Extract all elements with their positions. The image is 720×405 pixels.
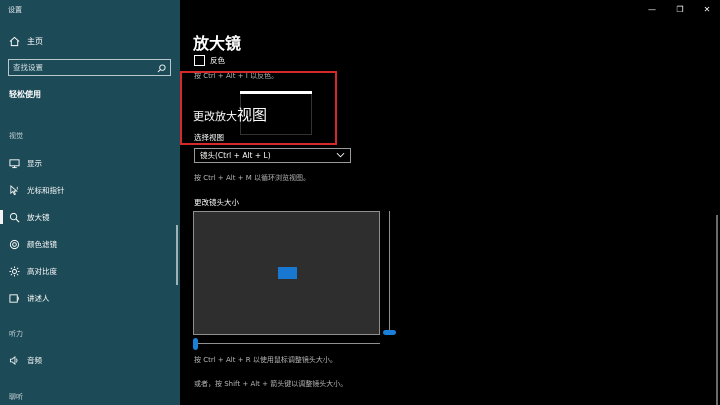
main-scrollbar[interactable]	[716, 215, 718, 405]
sidebar-item-color-filter[interactable]: 颜色滤镜	[8, 237, 57, 251]
lens-height-slider-track[interactable]	[389, 211, 390, 334]
maximize-button[interactable]: ❐	[674, 4, 686, 14]
cursor-icon	[8, 184, 20, 196]
sidebar-item-high-contrast[interactable]: 高对比度	[8, 264, 57, 278]
minimize-button[interactable]: —	[646, 4, 658, 14]
color-filter-icon	[8, 238, 20, 250]
group-label-hearing: 听力	[9, 330, 23, 338]
search-icon[interactable]	[157, 58, 166, 77]
lens-preview-rect	[278, 267, 297, 279]
sidebar-item-narrator[interactable]: 讲述人	[8, 291, 50, 305]
invert-colors-checkbox[interactable]	[194, 55, 205, 66]
lens-height-slider-thumb[interactable]	[383, 330, 396, 335]
group-label-next: 聊听	[9, 393, 23, 401]
sidebar-item-label: 光标和指针	[27, 185, 65, 195]
view-hint: 按 Ctrl + Alt + M 以循环浏览视图。	[194, 174, 311, 182]
select-view-label: 选择视图	[194, 133, 224, 142]
sidebar-item-label: 音频	[27, 355, 42, 365]
app-title: 设置	[8, 6, 22, 14]
chevron-down-icon	[336, 151, 345, 160]
home-icon	[8, 35, 20, 47]
section-title: 轻松使用	[9, 90, 41, 99]
invert-colors-label: 反色	[210, 56, 225, 65]
narrator-icon	[8, 292, 20, 304]
sidebar-item-display[interactable]: 显示	[8, 156, 42, 170]
view-select-value: 镜头(Ctrl + Alt + L)	[200, 151, 271, 160]
lens-width-slider-thumb[interactable]	[193, 338, 198, 350]
sidebar-item-label: 讲述人	[27, 293, 50, 303]
magnifier-icon	[8, 211, 20, 223]
search-input[interactable]	[13, 63, 157, 72]
display-icon	[8, 157, 20, 169]
view-select[interactable]: 镜头(Ctrl + Alt + L)	[194, 148, 351, 163]
speaker-icon	[8, 354, 20, 366]
sidebar-item-audio[interactable]: 音频	[8, 353, 42, 367]
sidebar-item-magnifier[interactable]: 放大镜	[0, 210, 50, 224]
sidebar-scrollbar[interactable]	[176, 225, 178, 285]
sidebar-item-label: 显示	[27, 158, 42, 168]
lens-hint-mouse: 按 Ctrl + Alt + R 以使用鼠标调整镜头大小。	[194, 356, 337, 364]
group-label-vision: 视觉	[9, 132, 23, 140]
change-view-heading-magnified: 视图	[237, 106, 268, 124]
close-button[interactable]: ✕	[701, 4, 713, 14]
sidebar-item-label: 主页	[27, 36, 43, 46]
change-view-heading: 更改放大视图	[193, 104, 267, 125]
invert-colors-option[interactable]: 反色	[194, 55, 225, 66]
sidebar-item-label: 高对比度	[27, 266, 57, 276]
sidebar-item-cursor[interactable]: 光标和指针	[8, 183, 65, 197]
lens-width-slider-track[interactable]	[196, 343, 380, 344]
brightness-icon	[8, 265, 20, 277]
sidebar-item-home[interactable]: 主页	[8, 34, 43, 48]
page-title: 放大镜	[193, 34, 242, 53]
change-view-heading-text: 更改放大	[193, 110, 237, 123]
sidebar-item-label: 颜色滤镜	[27, 239, 57, 249]
sidebar: 设置 主页 轻松使用 视觉 显示 光标和指针 放大镜 颜	[0, 0, 180, 405]
lens-size-label: 更改镜头大小	[194, 198, 239, 207]
lens-hint-keyboard: 或者，按 Shift + Alt + 箭头键以调整镜头大小。	[194, 380, 348, 388]
sidebar-item-label: 放大镜	[27, 212, 50, 222]
search-box[interactable]	[8, 59, 171, 76]
